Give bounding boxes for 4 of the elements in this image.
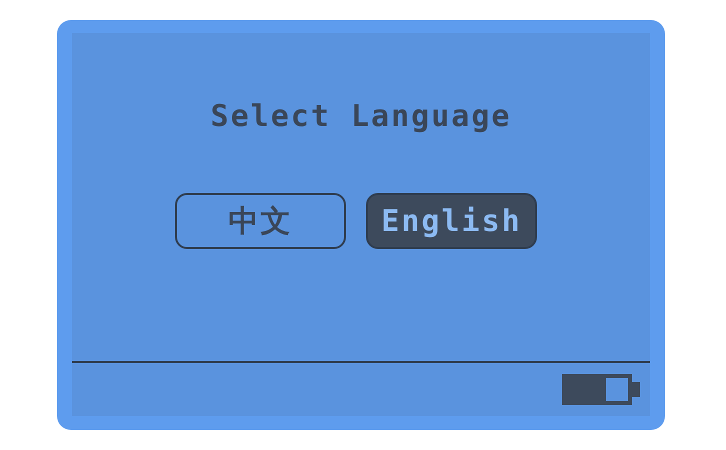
language-option[interactable]: English <box>366 193 537 249</box>
battery-icon <box>562 374 640 405</box>
language-option[interactable]: 中文 <box>175 193 346 249</box>
screen-title: Select Language <box>210 99 512 135</box>
